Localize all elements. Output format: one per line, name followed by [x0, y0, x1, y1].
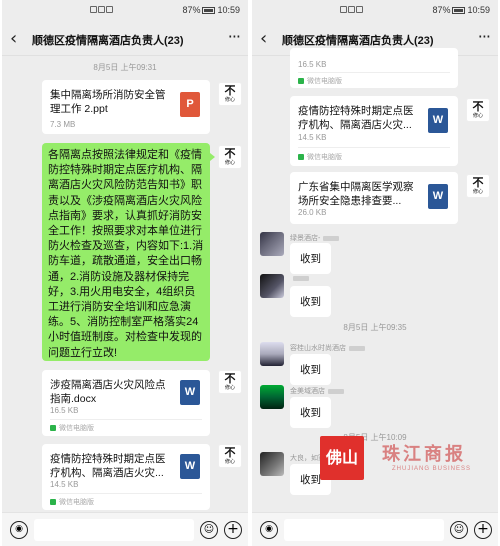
wechat-pc-icon — [298, 154, 304, 161]
wechat-pc-icon — [298, 78, 304, 85]
battery-icon — [202, 7, 216, 15]
title-bar: ‹ 顺德区疫情隔离酒店负责人(23) ··· — [2, 22, 248, 56]
reply-bubble[interactable]: 收到 — [290, 354, 331, 385]
file-message-doc[interactable]: 疫情防控特殊时期定点医疗机构、隔离酒店火灾... 14.5 KB W 微信电脑版 — [290, 96, 458, 166]
member-avatar[interactable] — [260, 274, 284, 298]
more-icon[interactable]: ··· — [478, 27, 491, 46]
word-file-icon: W — [428, 108, 448, 133]
file-message-partial[interactable]: 16.5 KB 微信电脑版 — [290, 48, 458, 88]
more-icon[interactable]: ··· — [228, 27, 241, 46]
file-size: 14.5 KB — [50, 480, 79, 489]
avatar[interactable]: 不修心 — [218, 82, 242, 106]
watermark-sub: ZHUJIANG BUSINESS — [392, 466, 472, 472]
file-size: 14.5 KB — [298, 133, 327, 142]
input-bar: ◉ ☺ + — [2, 512, 248, 546]
watermark-logo: 佛山 珠江商报 ZHUJIANG BUSINESS — [252, 430, 498, 510]
reply-bubble[interactable]: 收到 — [290, 243, 331, 274]
chat-panel-left: 87% 10:59 ‹ 顺德区疫情隔离酒店负责人(23) ··· 8月5日 上午0… — [2, 0, 248, 546]
member-avatar[interactable] — [260, 385, 284, 409]
file-name: 疫情防控特殊时期定点医疗机构、隔离酒店火灾... — [298, 105, 414, 131]
file-message-ppt[interactable]: 集中隔离场所消防安全管理工作 2.ppt 7.3 MB P — [42, 80, 210, 134]
avatar[interactable]: 不修心 — [218, 370, 242, 394]
chat-title: 顺德区疫情隔离酒店负责人(23) — [282, 35, 434, 47]
file-size: 26.0 KB — [298, 208, 327, 217]
file-size: 7.3 MB — [50, 120, 76, 129]
file-source: 微信电脑版 — [59, 425, 94, 432]
input-bar: ◉ ☺ + — [252, 512, 498, 546]
timestamp: 8月5日 上午09:35 — [343, 323, 407, 332]
status-bar: 87% 10:59 — [252, 0, 498, 22]
message-input[interactable] — [34, 519, 194, 541]
message-input[interactable] — [284, 519, 444, 541]
file-size: 16.5 KB — [50, 406, 79, 415]
avatar[interactable]: 不修心 — [218, 444, 242, 468]
word-file-icon: W — [428, 184, 448, 209]
file-message-doc[interactable]: 广东省集中隔离医学观察场所安全隐患排查要... 26.0 KB W — [290, 172, 458, 224]
file-name: 涉疫隔离酒店火灾风险点指南.docx — [50, 379, 166, 405]
file-source: 微信电脑版 — [59, 499, 94, 506]
notification-icons — [90, 6, 124, 15]
status-bar: 87% 10:59 — [2, 0, 248, 22]
member-avatar[interactable] — [260, 232, 284, 256]
sender-name: 金美域酒店 — [290, 388, 325, 395]
avatar[interactable]: 不修心 — [466, 174, 490, 198]
back-icon[interactable]: ‹ — [260, 28, 267, 49]
sender-name: 容桂山水时尚酒店 — [290, 345, 346, 352]
reply-bubble[interactable]: 收到 — [290, 286, 331, 317]
avatar[interactable]: 不修心 — [466, 98, 490, 122]
avatar[interactable]: 不修心 — [218, 145, 242, 169]
battery-icon — [452, 7, 466, 15]
watermark-name: 珠江商报 — [382, 444, 466, 465]
member-avatar[interactable] — [260, 342, 284, 366]
text-message[interactable]: 各隔离点按照法律规定和《疫情防控特殊时期定点医疗机构、隔离酒店火灾风险防范告知书… — [42, 143, 215, 361]
clock: 10:59 — [467, 5, 490, 15]
battery-level: 87% — [432, 5, 451, 15]
file-source: 微信电脑版 — [307, 154, 342, 161]
emoji-icon[interactable]: ☺ — [450, 521, 468, 539]
wechat-pc-icon — [50, 499, 56, 506]
word-file-icon: W — [180, 380, 200, 405]
emoji-icon[interactable]: ☺ — [200, 521, 218, 539]
file-name: 疫情防控特殊时期定点医疗机构、隔离酒店火灾... — [50, 453, 166, 479]
voice-icon[interactable]: ◉ — [10, 521, 28, 539]
file-message-docx[interactable]: 涉疫隔离酒店火灾风险点指南.docx 16.5 KB W 微信电脑版 — [42, 370, 210, 436]
notification-icons — [340, 6, 374, 15]
file-name: 广东省集中隔离医学观察场所安全隐患排查要... — [298, 181, 414, 207]
back-icon[interactable]: ‹ — [10, 28, 17, 49]
reply-bubble[interactable]: 收到 — [290, 397, 331, 428]
watermark-brand: 佛山 — [320, 436, 364, 480]
plus-icon[interactable]: + — [224, 521, 242, 539]
file-message-doc[interactable]: 疫情防控特殊时期定点医疗机构、隔离酒店火灾... 14.5 KB W 微信电脑版 — [42, 444, 210, 510]
file-size: 16.5 KB — [298, 60, 327, 69]
file-source: 微信电脑版 — [307, 78, 342, 85]
chat-panel-right: 87% 10:59 ‹ 顺德区疫情隔离酒店负责人(23) ··· 16.5 KB … — [252, 0, 498, 546]
wechat-pc-icon — [50, 425, 56, 432]
file-name: 集中隔离场所消防安全管理工作 2.ppt — [50, 89, 166, 115]
ppt-file-icon: P — [180, 92, 200, 117]
timestamp: 8月5日 上午09:31 — [93, 63, 157, 72]
voice-icon[interactable]: ◉ — [260, 521, 278, 539]
word-file-icon: W — [180, 454, 200, 479]
sender-name: 绿景酒店- — [290, 235, 321, 242]
chat-title: 顺德区疫情隔离酒店负责人(23) — [32, 35, 184, 47]
battery-level: 87% — [182, 5, 201, 15]
plus-icon[interactable]: + — [474, 521, 492, 539]
clock: 10:59 — [217, 5, 240, 15]
